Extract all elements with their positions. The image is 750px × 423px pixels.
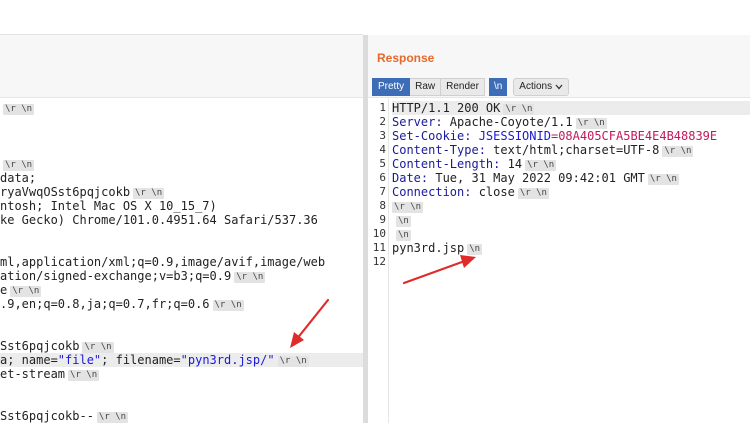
request-line-5[interactable]: ntosh; Intel Mac OS X 10_15_7): [0, 199, 217, 213]
response-line-9[interactable]: \n: [392, 213, 411, 227]
response-line-4[interactable]: Content-Type: text/html;charset=UTF-8 \r …: [392, 143, 694, 157]
request-line-9[interactable]: e \r \n: [0, 283, 42, 297]
request-line-filename[interactable]: a; name="file"; filename="pyn3rd.jsp/" \r…: [0, 353, 363, 367]
crlf-tag: \r \n: [503, 104, 535, 115]
crlf-tag: \r \n: [3, 160, 35, 171]
request-line-1[interactable]: \r \n: [0, 101, 35, 115]
request-line-2[interactable]: \r \n: [0, 157, 35, 171]
response-line-6[interactable]: Date: Tue, 31 May 2022 09:42:01 GMT \r \n: [392, 171, 679, 185]
render-tab[interactable]: Render: [441, 78, 485, 96]
request-header: [0, 0, 363, 35]
request-line-11[interactable]: Sst6pqjcokb \r \n: [0, 339, 114, 353]
request-line-7[interactable]: ml,application/xml;q=0.9,image/avif,imag…: [0, 255, 325, 269]
line-number: 4: [379, 143, 386, 156]
request-line-13[interactable]: et-stream \r \n: [0, 367, 100, 381]
pretty-tab[interactable]: Pretty: [372, 78, 411, 96]
response-line-10[interactable]: \n: [392, 227, 411, 241]
request-line-10[interactable]: .9,en;q=0.8,ja;q=0.7,fr;q=0.6 \r \n: [0, 297, 244, 311]
response-line-1[interactable]: HTTP/1.1 200 OK \r \n: [392, 101, 750, 115]
annotation-arrow-icon: [290, 298, 330, 348]
line-number: 2: [379, 115, 386, 128]
line-number: 9: [379, 213, 386, 226]
crlf-tag: \r \n: [277, 356, 309, 367]
response-line-5[interactable]: Content-Length: 14 \r \n: [392, 157, 557, 171]
line-number: 6: [379, 171, 386, 184]
line-number: 8: [379, 199, 386, 212]
request-line-14[interactable]: Sst6pqjcokb-- \r \n: [0, 409, 129, 423]
line-number: 7: [379, 185, 386, 198]
gutter-border: [388, 97, 389, 423]
response-line-7[interactable]: Connection: close \r \n: [392, 185, 549, 199]
crlf-tag: \r \n: [647, 174, 679, 185]
crlf-tag: \r \n: [133, 188, 165, 199]
request-line-6[interactable]: ke Gecko) Chrome/101.0.4951.64 Safari/53…: [0, 213, 318, 227]
crlf-tag: \r \n: [10, 286, 42, 297]
crlf-tag: \r \n: [662, 146, 694, 157]
crlf-tag: \r \n: [234, 272, 266, 283]
response-pane: Response Pretty Raw Render \n Actions: [368, 35, 750, 423]
annotation-arrow-icon: [402, 255, 476, 285]
chevron-down-icon: [555, 84, 563, 90]
crlf-tag: \r \n: [517, 188, 549, 199]
line-number: 1: [379, 101, 386, 114]
crlf-tag: \r \n: [525, 160, 557, 171]
response-header: Response Pretty Raw Render \n Actions: [368, 35, 750, 98]
crlf-tag: \r \n: [96, 412, 129, 423]
response-toolbar: Pretty Raw Render \n Actions: [372, 78, 570, 96]
crlf-tag: \r \n: [3, 104, 35, 115]
request-pane: \r \n \r \n data; ryaVwqOSst6pqjcokb \r \…: [0, 0, 363, 423]
crlf-tag: \r \n: [212, 300, 244, 311]
line-number: 5: [379, 157, 386, 170]
raw-tab[interactable]: Raw: [410, 78, 442, 96]
crlf-tag: \r \n: [82, 342, 114, 353]
response-line-3[interactable]: Set-Cookie: JSESSIONID=08A405CFA5BE4E4B4…: [392, 129, 717, 143]
actions-dropdown[interactable]: Actions: [513, 78, 570, 96]
request-line-8[interactable]: ation/signed-exchange;v=b3;q=0.9 \r \n: [0, 269, 266, 283]
crlf-tag: \r \n: [68, 370, 100, 381]
lf-tag: \n: [396, 230, 411, 241]
response-title: Response: [377, 51, 435, 65]
response-line-8[interactable]: \r \n: [392, 199, 424, 213]
line-number: 11: [372, 241, 386, 254]
response-line-2[interactable]: Server: Apache-Coyote/1.1 \r \n: [392, 115, 607, 129]
newline-toggle-button[interactable]: \n: [488, 78, 508, 96]
line-number: 10: [372, 227, 386, 240]
crlf-tag: \r \n: [392, 202, 424, 213]
request-toolbar: [0, 35, 363, 98]
request-line-3[interactable]: data;: [0, 171, 36, 185]
request-line-4[interactable]: ryaVwqOSst6pqjcokb \r \n: [0, 185, 165, 199]
crlf-tag: \r \n: [575, 118, 607, 129]
line-number: 3: [379, 129, 386, 142]
lf-tag: \n: [396, 216, 411, 227]
line-number: 12: [372, 255, 386, 268]
